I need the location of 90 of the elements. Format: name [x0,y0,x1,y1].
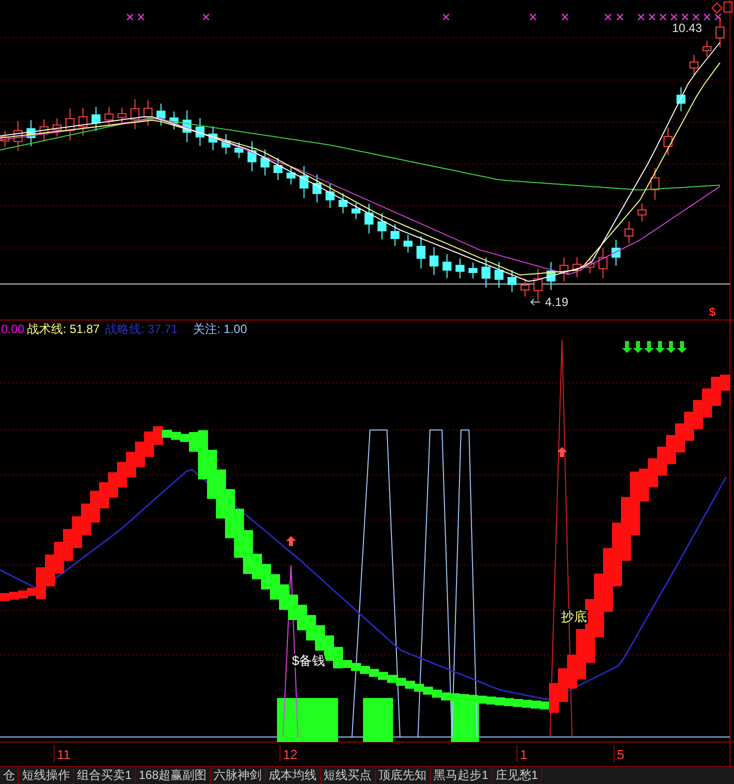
down-arrow-icon [633,341,643,353]
tab[interactable]: 庄见愁1 [492,767,542,784]
candle [0,130,10,148]
candle [430,246,438,276]
candle [404,234,412,254]
tab[interactable]: 短线操作 [19,767,74,784]
candle [14,120,22,152]
candle [260,149,270,176]
candle [650,167,660,200]
candle [222,134,230,155]
indicator-legend: 0.00 [1,322,24,336]
signal-mark: $ [709,305,716,319]
candle [66,108,74,142]
candle [274,158,282,180]
candle [378,212,386,240]
arrow-icon [530,298,540,306]
candle [534,268,542,302]
candle [364,203,374,234]
tab[interactable]: 黑马起步1 [430,767,492,784]
tab[interactable]: 仓 [0,767,19,784]
indicator-legend: 关注: 1.00 [193,322,248,336]
tab[interactable]: 顶底先知 [376,767,431,784]
down-arrow-icon [677,341,687,353]
up-arrow-icon [286,536,296,546]
axis-label: 1 [520,747,528,762]
candle [508,270,516,292]
candle [494,261,504,288]
candle [520,278,530,297]
axis-label: 11 [57,747,70,762]
candle [624,221,634,244]
candle [40,118,48,142]
candle [598,248,608,279]
low-price-label: 4.19 [545,295,568,309]
candle [690,54,698,76]
candle [442,254,452,279]
candle [546,262,556,290]
candle [52,118,62,137]
high-price-label: 10.43 [672,21,702,35]
candle [208,126,218,151]
candle [716,17,724,48]
candle [338,192,348,214]
volume-block [277,698,338,742]
diamond-icon [711,2,723,14]
candle [182,110,192,143]
square-icon [724,2,732,12]
tab[interactable]: 组合买卖1 [74,767,136,784]
up-arrow-icon [557,447,567,457]
candle [104,106,114,128]
candle [248,140,256,172]
candle [196,118,204,146]
candle [560,256,568,282]
tab[interactable]: 六脉神剑 [210,767,266,784]
candle [300,166,308,198]
tab[interactable]: 168超赢副图 [136,767,211,784]
candle [390,224,400,246]
candle [26,120,36,147]
indicator-legend: 战略线: 37.71 [105,322,178,336]
candle [664,127,672,156]
candle [286,166,296,185]
candle [702,40,712,58]
down-arrow-icon [622,341,632,353]
candle [170,110,178,130]
candle [118,107,126,124]
down-arrow-icon [655,341,665,353]
volume-block [363,698,393,742]
candle [482,257,490,288]
candle [416,236,426,269]
candle [130,98,140,130]
candle [352,202,360,220]
candle [638,202,646,222]
candle [92,106,100,132]
candle [312,174,322,203]
candle [326,183,334,208]
down-arrow-icon [666,341,676,353]
indicator-legend: 战术线: 51.87 [27,322,100,336]
candle [676,86,686,112]
candle [456,258,464,279]
candle [586,256,594,274]
candle [78,107,88,136]
tab[interactable]: 短线买点 [320,767,376,784]
candle [156,103,166,126]
down-arrow-icon [644,341,654,353]
candle [572,256,582,278]
axis-label: 5 [617,747,624,762]
axis-label: 12 [283,747,298,762]
candle [612,239,620,266]
candle [234,142,244,159]
tab[interactable]: 成本均线 [266,767,321,784]
candle [144,99,152,126]
candle [468,262,478,279]
